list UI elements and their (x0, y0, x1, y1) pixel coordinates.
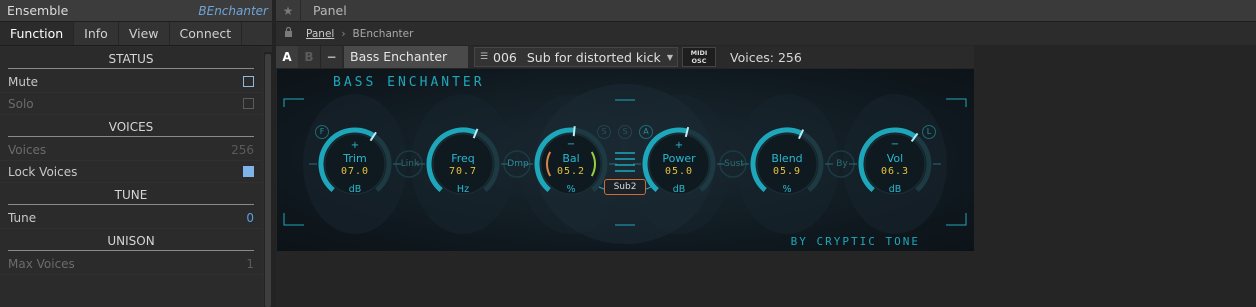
preset-name: Sub for distorted kick ... (526, 49, 663, 65)
knob-trim-value[interactable]: 07.0 (325, 166, 385, 177)
lock-icon[interactable] (276, 26, 300, 40)
knob-vol-unit: dB (888, 184, 902, 195)
knob-blend-value[interactable]: 05.9 (757, 166, 817, 177)
instrument-title: BASS ENCHANTER (333, 75, 485, 90)
inspector-header: Ensemble BEnchanter (0, 0, 272, 22)
knob-freq-unit: Hz (456, 184, 470, 195)
tab-function[interactable]: Function (0, 22, 75, 45)
knob-trim-sign: + (350, 140, 360, 151)
s-button-2[interactable]: S (618, 125, 632, 139)
inspector-properties: STATUS Mute Solo VOICES Voices 256 Lock … (0, 47, 262, 307)
knob-power-value[interactable]: 05.0 (649, 166, 709, 177)
midi-osc-button[interactable]: MIDI OSC (682, 47, 716, 67)
tab-info[interactable]: Info (74, 22, 119, 45)
snapshot-b-button[interactable]: B (298, 46, 320, 68)
property-solo: Solo (0, 93, 262, 115)
knob-bal-value[interactable]: 05.2 (541, 166, 601, 177)
breadcrumb-panel[interactable]: Panel (306, 28, 334, 40)
knob-power-unit: dB (672, 184, 686, 195)
knob-freq-value[interactable]: 70.7 (433, 166, 493, 177)
property-tune: Tune 0 (0, 207, 262, 229)
voices-label: Voices (8, 142, 47, 157)
voices-value: 256 (231, 142, 254, 157)
f-button[interactable]: F (315, 125, 329, 139)
breadcrumb-instance[interactable]: BEnchanter (353, 28, 414, 40)
solo-checkbox[interactable] (243, 98, 254, 109)
knob-freq-label: Freq (451, 152, 475, 165)
panel-topbar: ★ Panel (276, 0, 1256, 22)
property-lock-voices: Lock Voices (0, 161, 262, 183)
inspector-panel: Ensemble BEnchanter Function Info View C… (0, 0, 272, 307)
frame-bracket-2 (283, 213, 304, 226)
knob-vol-value[interactable]: 06.3 (865, 166, 925, 177)
preset-number: 006 (493, 49, 517, 65)
tune-value[interactable]: 0 (246, 211, 254, 225)
bypass-button[interactable]: By (825, 159, 859, 169)
frame-bracket-3 (946, 213, 967, 226)
midi-label: MIDI (690, 49, 708, 57)
property-mute: Mute (0, 71, 262, 93)
section-status: STATUS (0, 47, 262, 71)
knob-pointer-2 (572, 126, 576, 137)
inspector-title: Ensemble (7, 3, 69, 18)
section-unison: UNISON (0, 229, 262, 253)
max-voices-label: Max Voices (8, 256, 75, 271)
frame-bracket-0 (283, 98, 304, 107)
knob-bal-label: Bal (562, 152, 580, 165)
solo-label: Solo (8, 96, 34, 111)
osc-label: OSC (691, 57, 707, 65)
l-button[interactable]: L (922, 125, 936, 139)
section-voices: VOICES (0, 115, 262, 139)
knob-blend-label: Blend (771, 152, 803, 165)
mute-checkbox[interactable] (243, 76, 254, 87)
instrument-faceplate: BASS ENCHANTER BY CRYPTIC TONE Trim 07.0… (277, 69, 974, 251)
collapse-button[interactable]: − (320, 46, 342, 68)
knob-bal-sign: − (566, 139, 576, 150)
panel-title: Panel (300, 0, 347, 22)
knob-blend-unit: % (782, 184, 792, 195)
breadcrumb-separator-icon: › (341, 27, 346, 40)
inspector-scrollbar[interactable] (264, 52, 272, 307)
s-button-1[interactable]: S (597, 125, 611, 139)
voices-count: Voices: 256 (730, 49, 802, 65)
chevron-down-icon: ▼ (666, 52, 674, 62)
instrument-name-field[interactable]: Bass Enchanter (344, 46, 468, 68)
instrument-header: A B − Bass Enchanter ☰ 006 Sub for disto… (276, 46, 974, 68)
knob-trim-label: Trim (343, 152, 367, 165)
tune-label: Tune (8, 210, 37, 225)
inspector-scrollbar-thumb[interactable] (265, 54, 271, 307)
property-voices: Voices 256 (0, 139, 262, 161)
section-tune: TUNE (0, 183, 262, 207)
lock-voices-checkbox[interactable] (243, 166, 254, 177)
star-icon[interactable]: ★ (276, 4, 300, 18)
breadcrumb: Panel › BEnchanter (276, 22, 1256, 45)
mute-label: Mute (8, 74, 39, 89)
preset-selector[interactable]: ☰ 006 Sub for distorted kick ... ▼ (474, 47, 678, 67)
max-voices-value: 1 (246, 256, 254, 271)
knob-vol-sign: − (890, 139, 900, 150)
tab-view[interactable]: View (119, 22, 170, 45)
list-icon: ☰ (479, 52, 489, 62)
link-button[interactable]: Link (393, 159, 427, 169)
sustain-button[interactable]: Sust (717, 159, 751, 169)
app-window: Ensemble BEnchanter Function Info View C… (0, 0, 1256, 307)
frame-bracket-1 (946, 98, 967, 107)
inspector-instance-name[interactable]: BEnchanter (198, 4, 268, 18)
knob-power-label: Power (662, 152, 696, 165)
inspector-tabs: Function Info View Connect (0, 22, 272, 46)
damp-button[interactable]: Dmp (501, 159, 535, 169)
property-max-voices: Max Voices 1 (0, 253, 262, 275)
a-button[interactable]: A (639, 125, 653, 139)
tab-connect[interactable]: Connect (170, 22, 243, 45)
knob-power-sign: + (674, 140, 684, 151)
knob-bal-unit: % (566, 184, 576, 195)
sub-mode-button[interactable]: Sub2 (604, 179, 646, 195)
knob-vol-label: Vol (886, 152, 904, 165)
knob-trim-unit: dB (348, 184, 362, 195)
instrument-credit: BY CRYPTIC TONE (790, 235, 920, 248)
snapshot-a-button[interactable]: A (276, 46, 298, 68)
lock-voices-label: Lock Voices (8, 164, 78, 179)
